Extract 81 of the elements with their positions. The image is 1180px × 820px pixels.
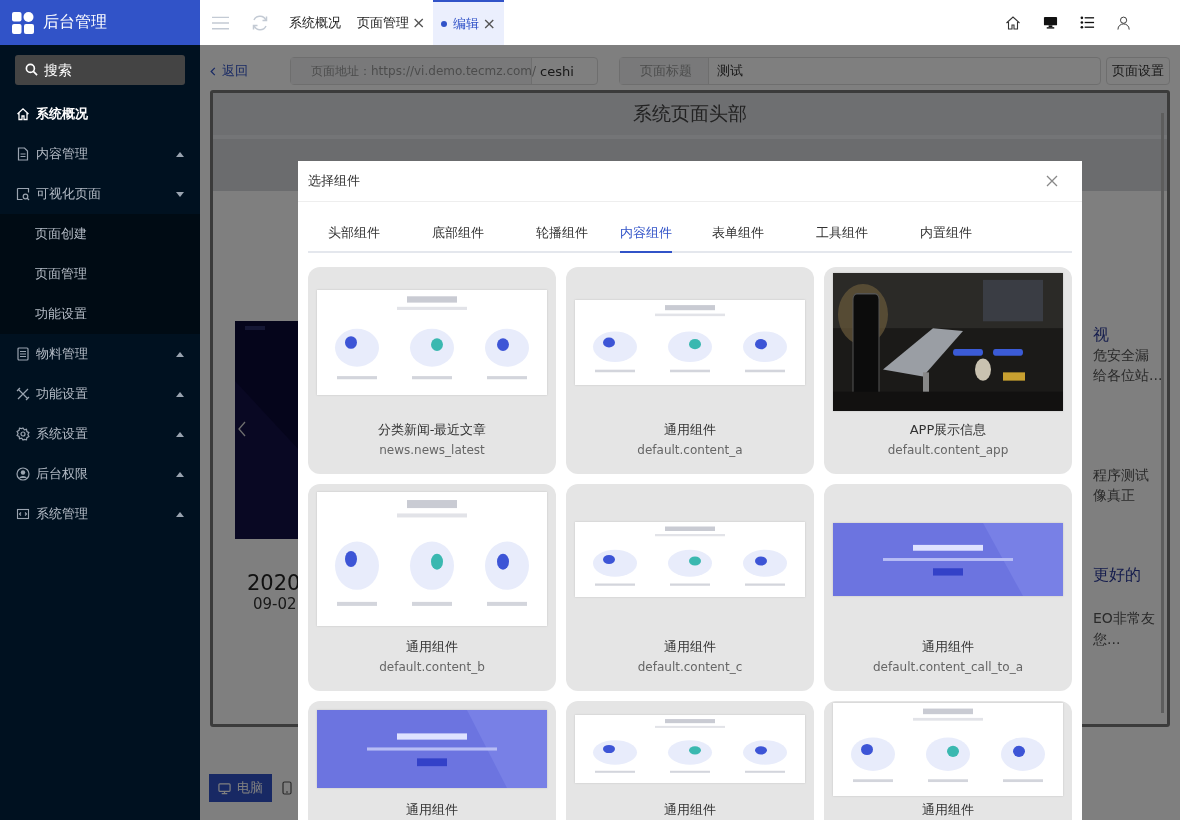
monitor-icon <box>218 781 231 795</box>
component-name: 通用组件 <box>664 801 716 819</box>
home-icon[interactable] <box>1005 14 1021 31</box>
component-code: default.content_c <box>637 660 743 674</box>
phone-icon[interactable] <box>282 781 292 795</box>
settings-icon <box>16 427 30 441</box>
menu-item[interactable]: 内容管理 <box>0 134 200 174</box>
submenu-item[interactable]: 页面管理 <box>0 254 200 294</box>
page-settings-button[interactable]: 页面设置 <box>1106 57 1170 85</box>
page-tab[interactable]: 编辑 × <box>433 0 504 45</box>
search-icon <box>25 63 38 76</box>
tools-icon <box>16 387 30 401</box>
layout-icon <box>16 187 30 201</box>
component-card[interactable]: 通用组件 default.content_c <box>566 484 814 691</box>
component-name: 通用组件 <box>406 638 458 656</box>
chevron-left-icon <box>210 66 216 76</box>
back-link[interactable]: 返回 <box>210 62 290 80</box>
search-field[interactable]: 搜索 <box>15 55 185 85</box>
date-day: 09-02 <box>253 595 297 613</box>
article-text: EO非常友 <box>1093 610 1155 628</box>
article-text: 您... <box>1093 631 1121 649</box>
menu-item[interactable]: 系统设置 <box>0 414 200 454</box>
article-text: 像真正 <box>1093 487 1135 505</box>
component-code: default.content_call_to_a <box>873 660 1023 674</box>
category-tab[interactable]: 工具组件 <box>796 214 888 253</box>
category-tab[interactable]: 表单组件 <box>692 214 784 253</box>
component-name: 通用组件 <box>922 638 974 656</box>
component-code: default.content_a <box>637 443 743 457</box>
list-icon[interactable] <box>1080 15 1095 30</box>
component-code: news.news_latest <box>379 443 485 457</box>
user-icon[interactable] <box>1117 14 1132 31</box>
page-header-title: 系统页面头部 <box>633 101 747 126</box>
menu-item[interactable]: 系统概况 <box>0 94 200 134</box>
category-tab[interactable]: 内容组件 <box>620 214 672 253</box>
component-card[interactable]: APP展示信息 default.content_app <box>824 267 1072 474</box>
component-card[interactable]: 通用组件 default.content_b <box>308 484 556 691</box>
desktop-view-button[interactable]: 电脑 <box>209 774 272 802</box>
article-text: 程序测试 <box>1093 467 1149 485</box>
submenu-item[interactable]: 页面创建 <box>0 214 200 254</box>
component-name: 通用组件 <box>406 801 458 819</box>
component-name: 分类新闻-最近文章 <box>377 421 487 439</box>
category-tab[interactable]: 内置组件 <box>900 214 992 253</box>
logo-icon <box>12 11 34 34</box>
menu-item[interactable]: 物料管理 <box>0 334 200 374</box>
article-text: 危安全漏 <box>1093 347 1149 365</box>
brand-title: 后台管理 <box>43 12 107 33</box>
close-icon[interactable] <box>1046 175 1058 187</box>
component-card[interactable]: 通用组件 default.content_a <box>566 267 814 474</box>
user-icon <box>16 467 30 481</box>
component-card[interactable]: 通用组件 default.content_call_to_a <box>824 484 1072 691</box>
article-heading: 更好的 <box>1093 565 1141 586</box>
component-name: 通用组件 <box>922 801 974 819</box>
component-code: default.content_b <box>379 660 485 674</box>
component-name: APP展示信息 <box>909 421 987 439</box>
component-card[interactable]: 通用组件 <box>566 701 814 820</box>
component-card[interactable]: 分类新闻-最近文章 news.news_latest <box>308 267 556 474</box>
component-code: default.content_app <box>887 443 1009 457</box>
document-icon <box>16 147 30 161</box>
dialog-title: 选择组件 <box>308 172 360 190</box>
component-card[interactable]: 通用组件 <box>308 701 556 820</box>
page-tab[interactable]: 系统概况 <box>281 0 349 45</box>
category-tab[interactable]: 头部组件 <box>308 214 400 253</box>
category-tab[interactable]: 底部组件 <box>412 214 504 253</box>
chevron-left-icon[interactable] <box>238 421 246 437</box>
home-icon <box>16 107 30 121</box>
component-name: 通用组件 <box>664 638 716 656</box>
menu-item[interactable]: 系统管理 <box>0 494 200 534</box>
page-tab[interactable]: 页面管理 × <box>349 0 434 45</box>
monitor-icon[interactable] <box>1043 15 1058 30</box>
category-tab[interactable]: 轮播组件 <box>516 214 608 253</box>
code-icon <box>16 507 30 521</box>
component-card[interactable]: 通用组件 <box>824 701 1072 820</box>
article-text: 给各位站... <box>1093 367 1163 385</box>
article-heading: 视 <box>1093 325 1109 346</box>
list-icon <box>16 347 30 361</box>
menu-item[interactable]: 功能设置 <box>0 374 200 414</box>
menu-item[interactable]: 可视化页面 <box>0 174 200 214</box>
menu-item[interactable]: 后台权限 <box>0 454 200 494</box>
date-year: 2020 <box>247 571 301 595</box>
submenu-item[interactable]: 功能设置 <box>0 294 200 334</box>
component-name: 通用组件 <box>664 421 716 439</box>
